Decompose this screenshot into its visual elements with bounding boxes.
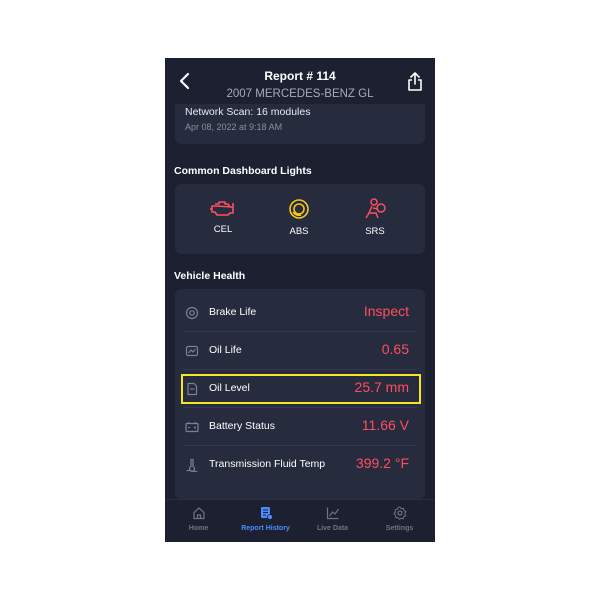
light-srs[interactable]: SRS (345, 198, 405, 237)
light-abs[interactable]: ABS (269, 198, 329, 237)
health-row-transmission-temp[interactable]: Transmission Fluid Temp 399.2 °F (175, 446, 425, 484)
tab-report-history-label: Report History (241, 525, 290, 532)
tab-report-history[interactable]: Report History (232, 506, 299, 532)
app-screen: Network Scan: 16 modules Apr 08, 2022 at… (165, 58, 435, 542)
bottom-tab-bar: Home Report History Live Data Settings (165, 499, 435, 542)
battery-icon (185, 422, 199, 433)
health-value: Inspect (363, 303, 409, 319)
report-title: Report # 114 (264, 69, 336, 83)
health-name: Brake Life (209, 306, 257, 318)
chart-icon (326, 507, 339, 520)
dashboard-lights-heading: Common Dashboard Lights (174, 165, 312, 177)
vehicle-health-heading: Vehicle Health (174, 270, 246, 282)
health-row-battery-status[interactable]: Battery Status 11.66 V (175, 408, 425, 446)
engine-icon (210, 201, 234, 216)
tab-settings-label: Settings (385, 525, 414, 532)
home-icon (192, 507, 205, 520)
health-value: 399.2 °F (355, 455, 409, 471)
health-name: Transmission Fluid Temp (209, 458, 326, 470)
health-value: 0.65 (381, 341, 409, 357)
airbag-icon (365, 198, 386, 219)
health-row-brake-life[interactable]: Brake Life Inspect (175, 294, 425, 332)
brake-icon (185, 306, 199, 320)
light-cel-label: CEL (213, 224, 233, 235)
light-cel[interactable]: CEL (193, 198, 253, 235)
scan-title: Network Scan: 16 modules (185, 106, 311, 118)
health-name: Oil Life (209, 344, 242, 356)
tab-live-data-label: Live Data (316, 525, 349, 532)
report-icon (260, 507, 273, 520)
oil-life-icon (185, 345, 199, 357)
health-row-oil-life[interactable]: Oil Life 0.65 (175, 332, 425, 370)
gear-icon (392, 506, 406, 520)
oil-level-highlight-box (181, 374, 421, 404)
health-value: 11.66 V (361, 417, 409, 433)
dashboard-lights-card: CEL ABS SRS (175, 184, 425, 254)
temperature-icon (186, 458, 198, 472)
health-name: Battery Status (209, 420, 275, 432)
light-srs-label: SRS (365, 226, 385, 237)
light-abs-label: ABS (289, 226, 309, 237)
scan-date: Apr 08, 2022 at 9:18 AM (185, 122, 283, 132)
tab-home[interactable]: Home (165, 506, 232, 532)
tab-home-label: Home (188, 525, 209, 532)
tab-live-data[interactable]: Live Data (299, 506, 366, 532)
vehicle-name: 2007 MERCEDES-BENZ GL (226, 88, 374, 100)
abs-brake-icon (289, 199, 309, 219)
tab-settings[interactable]: Settings (366, 506, 433, 532)
